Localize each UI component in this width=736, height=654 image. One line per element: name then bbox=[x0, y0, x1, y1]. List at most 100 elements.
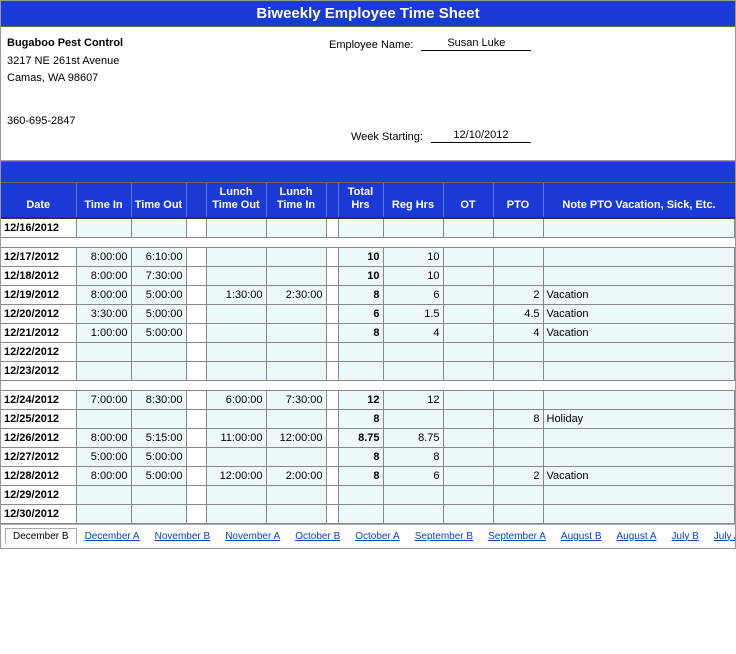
ot-cell[interactable] bbox=[443, 247, 493, 266]
time-in-cell[interactable] bbox=[76, 409, 131, 428]
sheet-tab[interactable]: August A bbox=[610, 529, 664, 544]
sheet-tab[interactable]: December A bbox=[78, 529, 147, 544]
ot-cell[interactable] bbox=[443, 285, 493, 304]
time-out-cell[interactable]: 5:00:00 bbox=[131, 285, 186, 304]
time-out-cell[interactable] bbox=[131, 409, 186, 428]
note-cell[interactable] bbox=[543, 266, 735, 285]
lunch-out-cell[interactable] bbox=[206, 485, 266, 504]
reg-cell[interactable]: 6 bbox=[383, 285, 443, 304]
time-out-cell[interactable] bbox=[131, 485, 186, 504]
time-in-cell[interactable]: 5:00:00 bbox=[76, 447, 131, 466]
time-out-cell[interactable] bbox=[131, 342, 186, 361]
time-out-cell[interactable] bbox=[131, 218, 186, 237]
note-cell[interactable] bbox=[543, 218, 735, 237]
lunch-out-cell[interactable]: 6:00:00 bbox=[206, 390, 266, 409]
pto-cell[interactable]: 2 bbox=[493, 285, 543, 304]
lunch-in-cell[interactable] bbox=[266, 409, 326, 428]
pto-cell[interactable]: 4 bbox=[493, 323, 543, 342]
lunch-in-cell[interactable] bbox=[266, 342, 326, 361]
sheet-tab[interactable]: October B bbox=[288, 529, 347, 544]
sheet-tab[interactable]: November B bbox=[148, 529, 218, 544]
lunch-in-cell[interactable]: 7:30:00 bbox=[266, 390, 326, 409]
time-in-cell[interactable] bbox=[76, 504, 131, 523]
lunch-out-cell[interactable] bbox=[206, 409, 266, 428]
note-cell[interactable]: Vacation bbox=[543, 285, 735, 304]
ot-cell[interactable] bbox=[443, 304, 493, 323]
ot-cell[interactable] bbox=[443, 504, 493, 523]
reg-cell[interactable] bbox=[383, 504, 443, 523]
time-out-cell[interactable]: 7:30:00 bbox=[131, 266, 186, 285]
note-cell[interactable] bbox=[543, 247, 735, 266]
reg-cell[interactable] bbox=[383, 485, 443, 504]
note-cell[interactable] bbox=[543, 447, 735, 466]
sheet-tab[interactable]: July B bbox=[665, 529, 706, 544]
note-cell[interactable] bbox=[543, 485, 735, 504]
note-cell[interactable] bbox=[543, 504, 735, 523]
sheet-tab[interactable]: July A bbox=[707, 529, 735, 544]
lunch-in-cell[interactable] bbox=[266, 485, 326, 504]
sheet-tab[interactable]: November A bbox=[218, 529, 287, 544]
ot-cell[interactable] bbox=[443, 428, 493, 447]
ot-cell[interactable] bbox=[443, 266, 493, 285]
time-out-cell[interactable] bbox=[131, 504, 186, 523]
week-value[interactable]: 12/10/2012 bbox=[431, 129, 531, 143]
reg-cell[interactable]: 10 bbox=[383, 247, 443, 266]
lunch-out-cell[interactable]: 1:30:00 bbox=[206, 285, 266, 304]
reg-cell[interactable] bbox=[383, 361, 443, 380]
time-in-cell[interactable] bbox=[76, 342, 131, 361]
ot-cell[interactable] bbox=[443, 390, 493, 409]
time-in-cell[interactable]: 8:00:00 bbox=[76, 247, 131, 266]
lunch-out-cell[interactable] bbox=[206, 323, 266, 342]
time-out-cell[interactable]: 5:00:00 bbox=[131, 447, 186, 466]
lunch-in-cell[interactable] bbox=[266, 447, 326, 466]
note-cell[interactable] bbox=[543, 390, 735, 409]
ot-cell[interactable] bbox=[443, 409, 493, 428]
time-in-cell[interactable] bbox=[76, 361, 131, 380]
lunch-out-cell[interactable] bbox=[206, 247, 266, 266]
lunch-in-cell[interactable] bbox=[266, 247, 326, 266]
reg-cell[interactable] bbox=[383, 409, 443, 428]
pto-cell[interactable]: 8 bbox=[493, 409, 543, 428]
pto-cell[interactable] bbox=[493, 428, 543, 447]
note-cell[interactable] bbox=[543, 342, 735, 361]
pto-cell[interactable]: 4.5 bbox=[493, 304, 543, 323]
reg-cell[interactable]: 8.75 bbox=[383, 428, 443, 447]
lunch-out-cell[interactable] bbox=[206, 304, 266, 323]
lunch-out-cell[interactable]: 12:00:00 bbox=[206, 466, 266, 485]
sheet-tab[interactable]: December B bbox=[5, 528, 77, 545]
pto-cell[interactable] bbox=[493, 447, 543, 466]
sheet-tab[interactable]: September A bbox=[481, 529, 553, 544]
time-out-cell[interactable]: 5:00:00 bbox=[131, 466, 186, 485]
time-out-cell[interactable]: 5:15:00 bbox=[131, 428, 186, 447]
ot-cell[interactable] bbox=[443, 361, 493, 380]
reg-cell[interactable] bbox=[383, 342, 443, 361]
lunch-in-cell[interactable] bbox=[266, 266, 326, 285]
lunch-out-cell[interactable] bbox=[206, 266, 266, 285]
time-in-cell[interactable] bbox=[76, 485, 131, 504]
sheet-tab[interactable]: September B bbox=[408, 529, 480, 544]
lunch-out-cell[interactable]: 11:00:00 bbox=[206, 428, 266, 447]
time-out-cell[interactable]: 6:10:00 bbox=[131, 247, 186, 266]
note-cell[interactable]: Vacation bbox=[543, 323, 735, 342]
ot-cell[interactable] bbox=[443, 323, 493, 342]
lunch-in-cell[interactable] bbox=[266, 323, 326, 342]
time-in-cell[interactable]: 1:00:00 bbox=[76, 323, 131, 342]
pto-cell[interactable]: 2 bbox=[493, 466, 543, 485]
time-in-cell[interactable]: 8:00:00 bbox=[76, 428, 131, 447]
lunch-in-cell[interactable]: 2:30:00 bbox=[266, 285, 326, 304]
reg-cell[interactable]: 4 bbox=[383, 323, 443, 342]
sheet-tab[interactable]: October A bbox=[348, 529, 406, 544]
note-cell[interactable]: Vacation bbox=[543, 304, 735, 323]
pto-cell[interactable] bbox=[493, 361, 543, 380]
note-cell[interactable] bbox=[543, 361, 735, 380]
note-cell[interactable]: Vacation bbox=[543, 466, 735, 485]
ot-cell[interactable] bbox=[443, 466, 493, 485]
time-in-cell[interactable]: 7:00:00 bbox=[76, 390, 131, 409]
ot-cell[interactable] bbox=[443, 447, 493, 466]
lunch-out-cell[interactable] bbox=[206, 504, 266, 523]
pto-cell[interactable] bbox=[493, 247, 543, 266]
pto-cell[interactable] bbox=[493, 266, 543, 285]
reg-cell[interactable]: 1.5 bbox=[383, 304, 443, 323]
ot-cell[interactable] bbox=[443, 342, 493, 361]
reg-cell[interactable]: 12 bbox=[383, 390, 443, 409]
